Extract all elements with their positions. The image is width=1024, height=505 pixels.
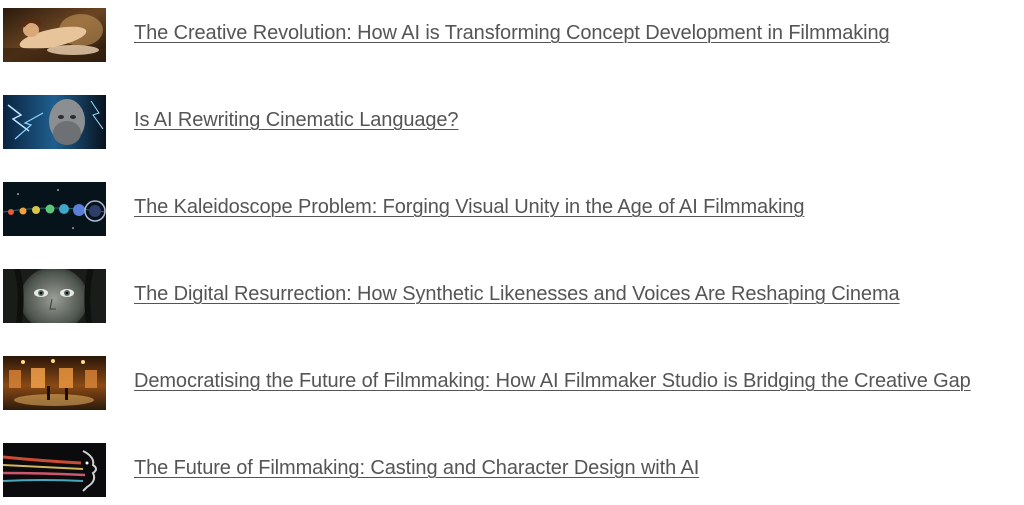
article-title-link[interactable]: Democratising the Future of Filmmaking: …: [134, 369, 971, 393]
article-thumbnail[interactable]: [3, 8, 106, 62]
statue-lightning-thumbnail-image: [3, 95, 106, 149]
article-item: The Kaleidoscope Problem: Forging Visual…: [3, 182, 1021, 236]
neon-profile-thumbnail-image: [3, 443, 106, 497]
article-item: The Creative Revolution: How AI is Trans…: [3, 8, 1021, 62]
face-eyes-thumbnail-image: [3, 269, 106, 323]
article-item: Is AI Rewriting Cinematic Language?: [3, 95, 1021, 149]
article-title-link[interactable]: The Kaleidoscope Problem: Forging Visual…: [134, 195, 804, 219]
article-title-link[interactable]: The Creative Revolution: How AI is Trans…: [134, 21, 890, 45]
article-thumbnail[interactable]: [3, 269, 106, 323]
article-thumbnail[interactable]: [3, 95, 106, 149]
article-title-link[interactable]: The Digital Resurrection: How Synthetic …: [134, 282, 900, 306]
article-thumbnail[interactable]: [3, 443, 106, 497]
article-title-link[interactable]: Is AI Rewriting Cinematic Language?: [134, 108, 459, 132]
orbs-sequence-thumbnail-image: [3, 182, 106, 236]
article-title-link[interactable]: The Future of Filmmaking: Casting and Ch…: [134, 456, 699, 480]
article-item: Democratising the Future of Filmmaking: …: [3, 356, 1021, 410]
article-thumbnail[interactable]: [3, 182, 106, 236]
article-item: The Future of Filmmaking: Casting and Ch…: [3, 443, 1021, 497]
article-item: The Digital Resurrection: How Synthetic …: [3, 269, 1021, 323]
classical-painting-thumbnail-image: [3, 8, 106, 62]
article-thumbnail[interactable]: [3, 356, 106, 410]
article-list: The Creative Revolution: How AI is Trans…: [0, 0, 1024, 505]
film-set-thumbnail-image: [3, 356, 106, 410]
